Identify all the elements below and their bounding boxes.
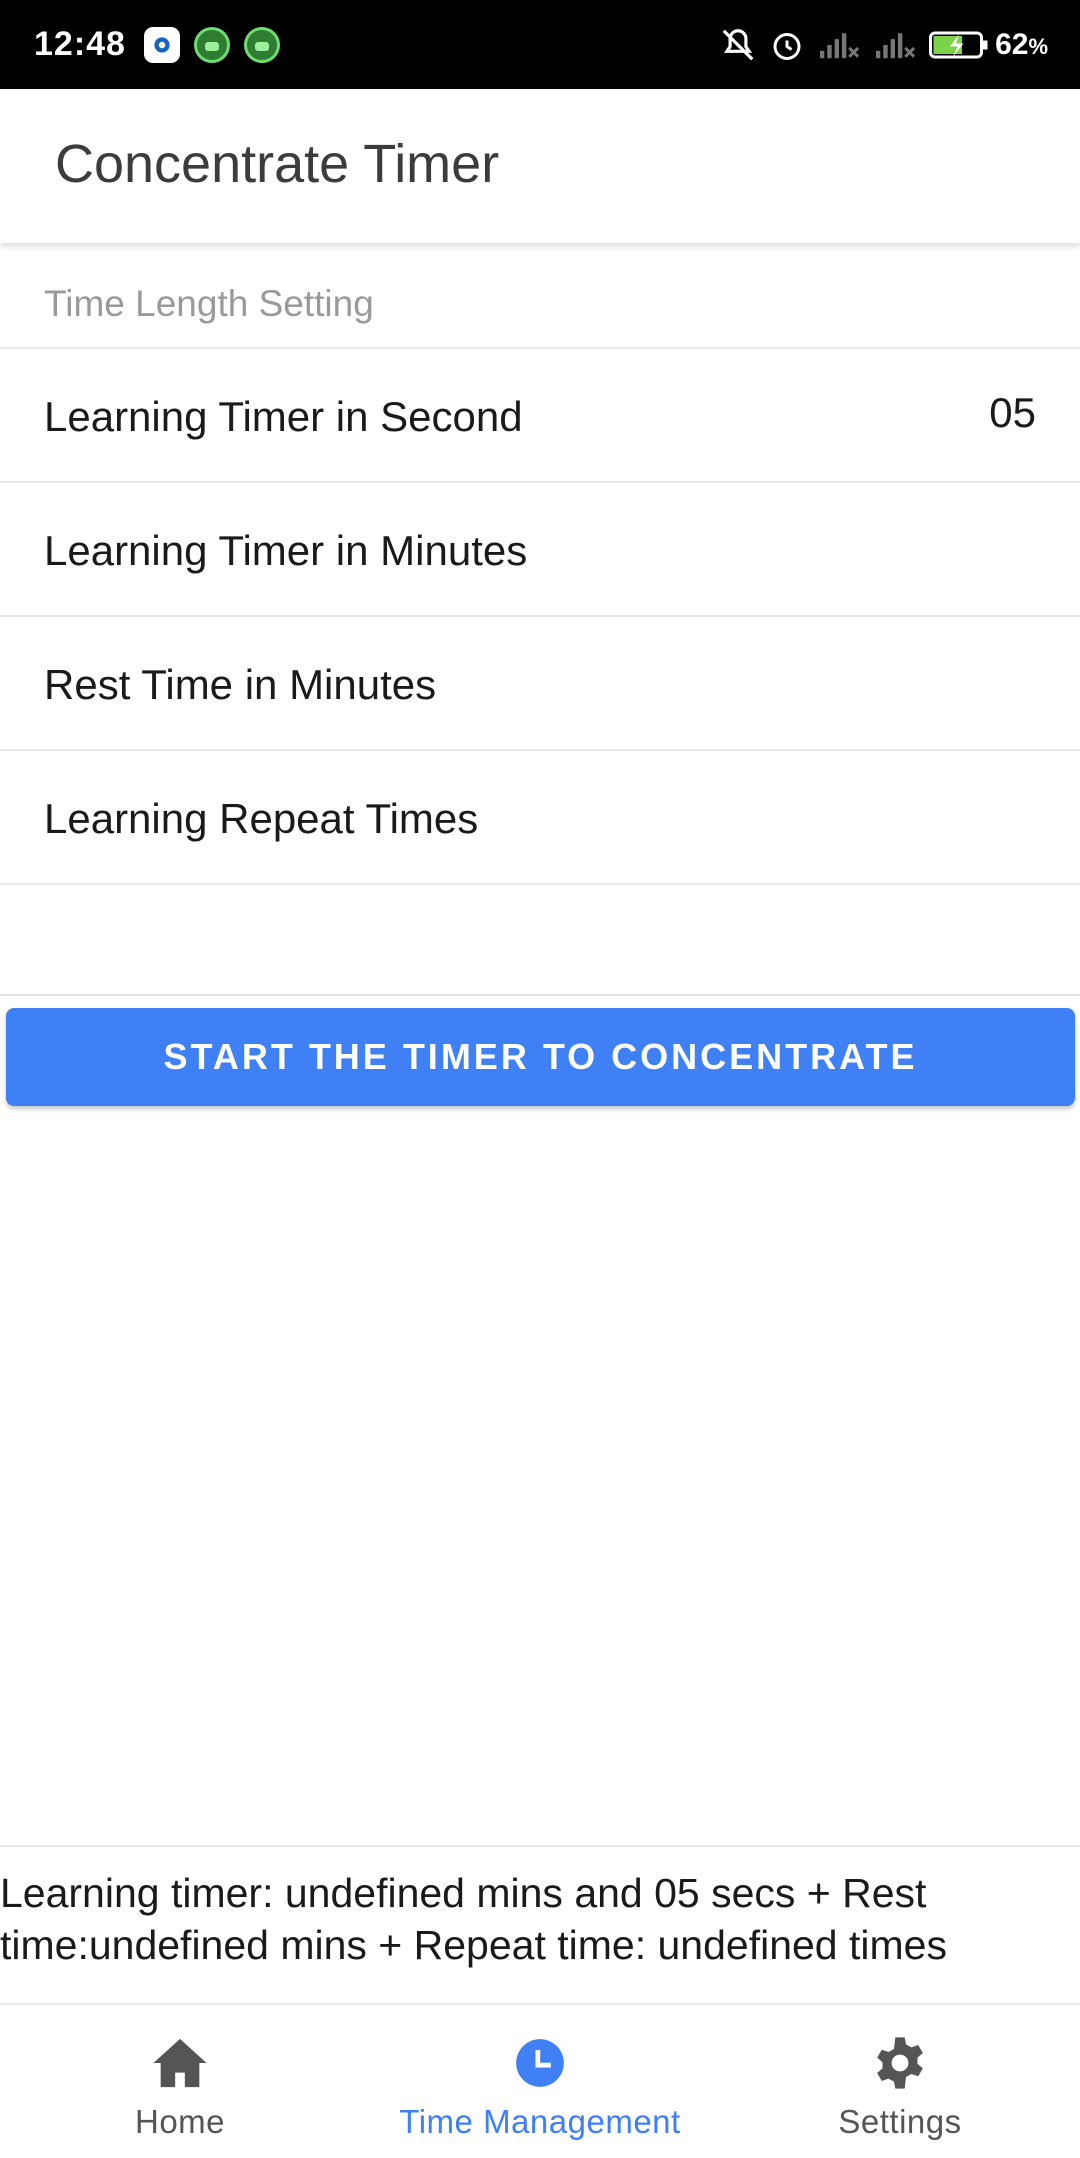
home-icon (151, 2035, 209, 2091)
app-screen: 12:48 62% Concentrate Timer Time Length … (0, 0, 1080, 2158)
nav-label: Settings (838, 2103, 962, 2140)
nav-label: Time Management (399, 2103, 681, 2140)
setting-row-repeat-times[interactable]: Learning Repeat Times (0, 751, 1080, 885)
setting-row-label: Learning Timer in Second (44, 393, 523, 440)
nav-item-settings[interactable]: Settings (720, 2005, 1080, 2158)
silent-icon (722, 28, 754, 60)
list-spacer (0, 888, 1080, 996)
setting-row-label: Learning Repeat Times (44, 795, 479, 842)
settings-app-icon (143, 26, 180, 63)
nav-label: Home (134, 2103, 226, 2140)
page-title: Concentrate Timer (55, 134, 500, 194)
setting-row-learning-minutes[interactable]: Learning Timer in Minutes (0, 483, 1080, 617)
battery-percent: 62% (995, 27, 1048, 61)
timer-summary: Learning timer: undefined mins and 05 se… (0, 1845, 1080, 2005)
status-bar-left: 12:48 (34, 25, 294, 64)
status-time: 12:48 (34, 25, 126, 63)
status-bar-right: 62% (707, 26, 1048, 64)
content-area (0, 1120, 1080, 1845)
setting-row-rest-minutes[interactable]: Rest Time in Minutes (0, 617, 1080, 751)
setting-row-value: 05 (989, 389, 1036, 436)
signal-icon (819, 32, 860, 58)
gear-icon (872, 2035, 928, 2091)
setting-row-learning-seconds[interactable]: Learning Timer in Second 05 (0, 349, 1080, 483)
status-bar: 12:48 62% (0, 0, 1080, 89)
section-header: Time Length Setting (0, 249, 1080, 349)
bottom-navigation: Home Time Management Settings (0, 2005, 1080, 2158)
section-header-label: Time Length Setting (44, 283, 374, 324)
nav-item-home[interactable]: Home (0, 2005, 360, 2158)
android-app-icon (193, 26, 230, 63)
app-bar: Concentrate Timer (0, 89, 1080, 243)
android-app-icon (243, 26, 280, 63)
setting-row-label: Learning Timer in Minutes (44, 527, 528, 574)
start-timer-button[interactable]: START THE TIMER TO CONCENTRATE (6, 1008, 1075, 1106)
setting-row-label: Rest Time in Minutes (44, 661, 437, 708)
timer-summary-text: Learning timer: undefined mins and 05 se… (0, 1870, 947, 1968)
clock-icon (514, 2035, 566, 2091)
nav-item-time-management[interactable]: Time Management (360, 2005, 720, 2158)
battery-charging-icon (929, 31, 988, 58)
signal-icon (875, 32, 916, 58)
alarm-icon (773, 32, 801, 60)
